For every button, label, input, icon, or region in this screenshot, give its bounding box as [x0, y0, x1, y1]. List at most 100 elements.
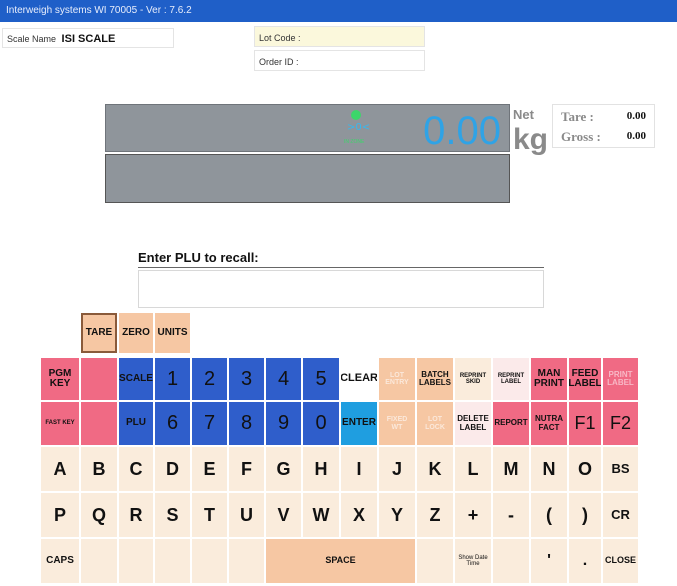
key-q[interactable]: Q [80, 492, 118, 538]
gross-value: 0.00 [626, 130, 646, 142]
digit-4-key[interactable]: 4 [265, 357, 302, 401]
tare-value: 0.00 [626, 110, 646, 122]
key-y[interactable]: Y [378, 492, 416, 538]
message-display-panel [105, 154, 510, 203]
key-v[interactable]: V [265, 492, 302, 538]
reprint-label-key[interactable]: REPRINT LABEL [492, 357, 530, 401]
key-u[interactable]: U [228, 492, 265, 538]
key-p[interactable]: P [40, 492, 80, 538]
right-paren-key[interactable]: ) [568, 492, 602, 538]
fast-key-button[interactable]: FAST KEY [40, 401, 80, 446]
digit-0-key[interactable]: 0 [302, 401, 340, 446]
key-c[interactable]: C [118, 446, 154, 492]
minus-key[interactable]: - [492, 492, 530, 538]
apostrophe-key[interactable]: ' [530, 538, 568, 584]
key-o[interactable]: O [568, 446, 602, 492]
plus-key[interactable]: + [454, 492, 492, 538]
lot-code-field[interactable]: Lot Code : [254, 26, 425, 47]
prompt-divider [138, 267, 544, 268]
key-g[interactable]: G [265, 446, 302, 492]
blank-key-3[interactable] [154, 538, 191, 584]
reprint-skid-key[interactable]: REPRINT SKID [454, 357, 492, 401]
digit-1-key[interactable]: 1 [154, 357, 191, 401]
title-bar: Interweigh systems WI 70005 - Ver : 7.6.… [0, 0, 677, 22]
blank-key-1[interactable] [80, 538, 118, 584]
blank-key-red-2[interactable] [80, 401, 118, 446]
weight-display: >0< IN ZONE 0.00 [105, 104, 510, 203]
carriage-return-key[interactable]: CR [602, 492, 639, 538]
digit-6-key[interactable]: 6 [154, 401, 191, 446]
key-s[interactable]: S [154, 492, 191, 538]
blank-key-5[interactable] [228, 538, 265, 584]
tare-key[interactable]: TARE [80, 312, 118, 354]
blank-key-6[interactable] [416, 538, 454, 584]
f2-key[interactable]: F2 [602, 401, 639, 446]
delete-label-key[interactable]: DELETE LABEL [454, 401, 492, 446]
key-i[interactable]: I [340, 446, 378, 492]
clear-key[interactable]: CLEAR [340, 357, 378, 401]
show-date-time-key[interactable]: Show Date Time [454, 538, 492, 584]
plu-key[interactable]: PLU [118, 401, 154, 446]
center-of-zero-icon: >0< [347, 122, 371, 133]
fixed-wt-key[interactable]: FIXED WT [378, 401, 416, 446]
key-a[interactable]: A [40, 446, 80, 492]
key-j[interactable]: J [378, 446, 416, 492]
blank-key-7[interactable] [492, 538, 530, 584]
scale-app: Interweigh systems WI 70005 - Ver : 7.6.… [0, 0, 677, 586]
blank-key-2[interactable] [118, 538, 154, 584]
units-key[interactable]: UNITS [154, 312, 191, 354]
order-id-field[interactable]: Order ID : [254, 50, 425, 71]
lot-entry-key[interactable]: LOT ENTRY [378, 357, 416, 401]
backspace-key[interactable]: BS [602, 446, 639, 492]
key-d[interactable]: D [154, 446, 191, 492]
key-n[interactable]: N [530, 446, 568, 492]
digit-8-key[interactable]: 8 [228, 401, 265, 446]
key-w[interactable]: W [302, 492, 340, 538]
digit-2-key[interactable]: 2 [191, 357, 228, 401]
key-l[interactable]: L [454, 446, 492, 492]
batch-labels-key[interactable]: BATCH LABELS [416, 357, 454, 401]
report-key[interactable]: REPORT [492, 401, 530, 446]
digit-5-key[interactable]: 5 [302, 357, 340, 401]
key-f[interactable]: F [228, 446, 265, 492]
close-key[interactable]: CLOSE [602, 538, 639, 584]
scale-key[interactable]: SCALE [118, 357, 154, 401]
plu-input[interactable] [138, 270, 544, 308]
feed-label-key[interactable]: FEED LABEL [568, 357, 602, 401]
scale-name-value: ISI SCALE [61, 33, 116, 45]
stable-indicator-icon [351, 110, 361, 120]
key-e[interactable]: E [191, 446, 228, 492]
key-z[interactable]: Z [416, 492, 454, 538]
net-label: Net [513, 107, 534, 122]
key-x[interactable]: X [340, 492, 378, 538]
key-b[interactable]: B [80, 446, 118, 492]
space-key[interactable]: SPACE [265, 538, 416, 584]
weight-readout: 0.00 [423, 109, 501, 153]
digit-7-key[interactable]: 7 [191, 401, 228, 446]
man-print-key[interactable]: MAN PRINT [530, 357, 568, 401]
lot-code-label: Lot Code : [259, 33, 301, 43]
key-r[interactable]: R [118, 492, 154, 538]
scale-name-field: Scale Name ISI SCALE [2, 28, 174, 48]
caps-key[interactable]: CAPS [40, 538, 80, 584]
weight-display-panel: >0< IN ZONE 0.00 [105, 104, 510, 152]
key-h[interactable]: H [302, 446, 340, 492]
enter-key[interactable]: ENTER [340, 401, 378, 446]
plu-prompt: Enter PLU to recall: [138, 250, 259, 265]
unit-label: kg [513, 123, 549, 156]
blank-key-4[interactable] [191, 538, 228, 584]
lot-lock-key[interactable]: LOT LOCK [416, 401, 454, 446]
digit-9-key[interactable]: 9 [265, 401, 302, 446]
blank-key-red-1[interactable] [80, 357, 118, 401]
print-label-key[interactable]: PRINT LABEL [602, 357, 639, 401]
nutra-fact-key[interactable]: NUTRA FACT [530, 401, 568, 446]
pgm-key-button[interactable]: PGM KEY [40, 357, 80, 401]
key-k[interactable]: K [416, 446, 454, 492]
period-key[interactable]: . [568, 538, 602, 584]
zero-key[interactable]: ZERO [118, 312, 154, 354]
key-t[interactable]: T [191, 492, 228, 538]
digit-3-key[interactable]: 3 [228, 357, 265, 401]
key-m[interactable]: M [492, 446, 530, 492]
f1-key[interactable]: F1 [568, 401, 602, 446]
left-paren-key[interactable]: ( [530, 492, 568, 538]
